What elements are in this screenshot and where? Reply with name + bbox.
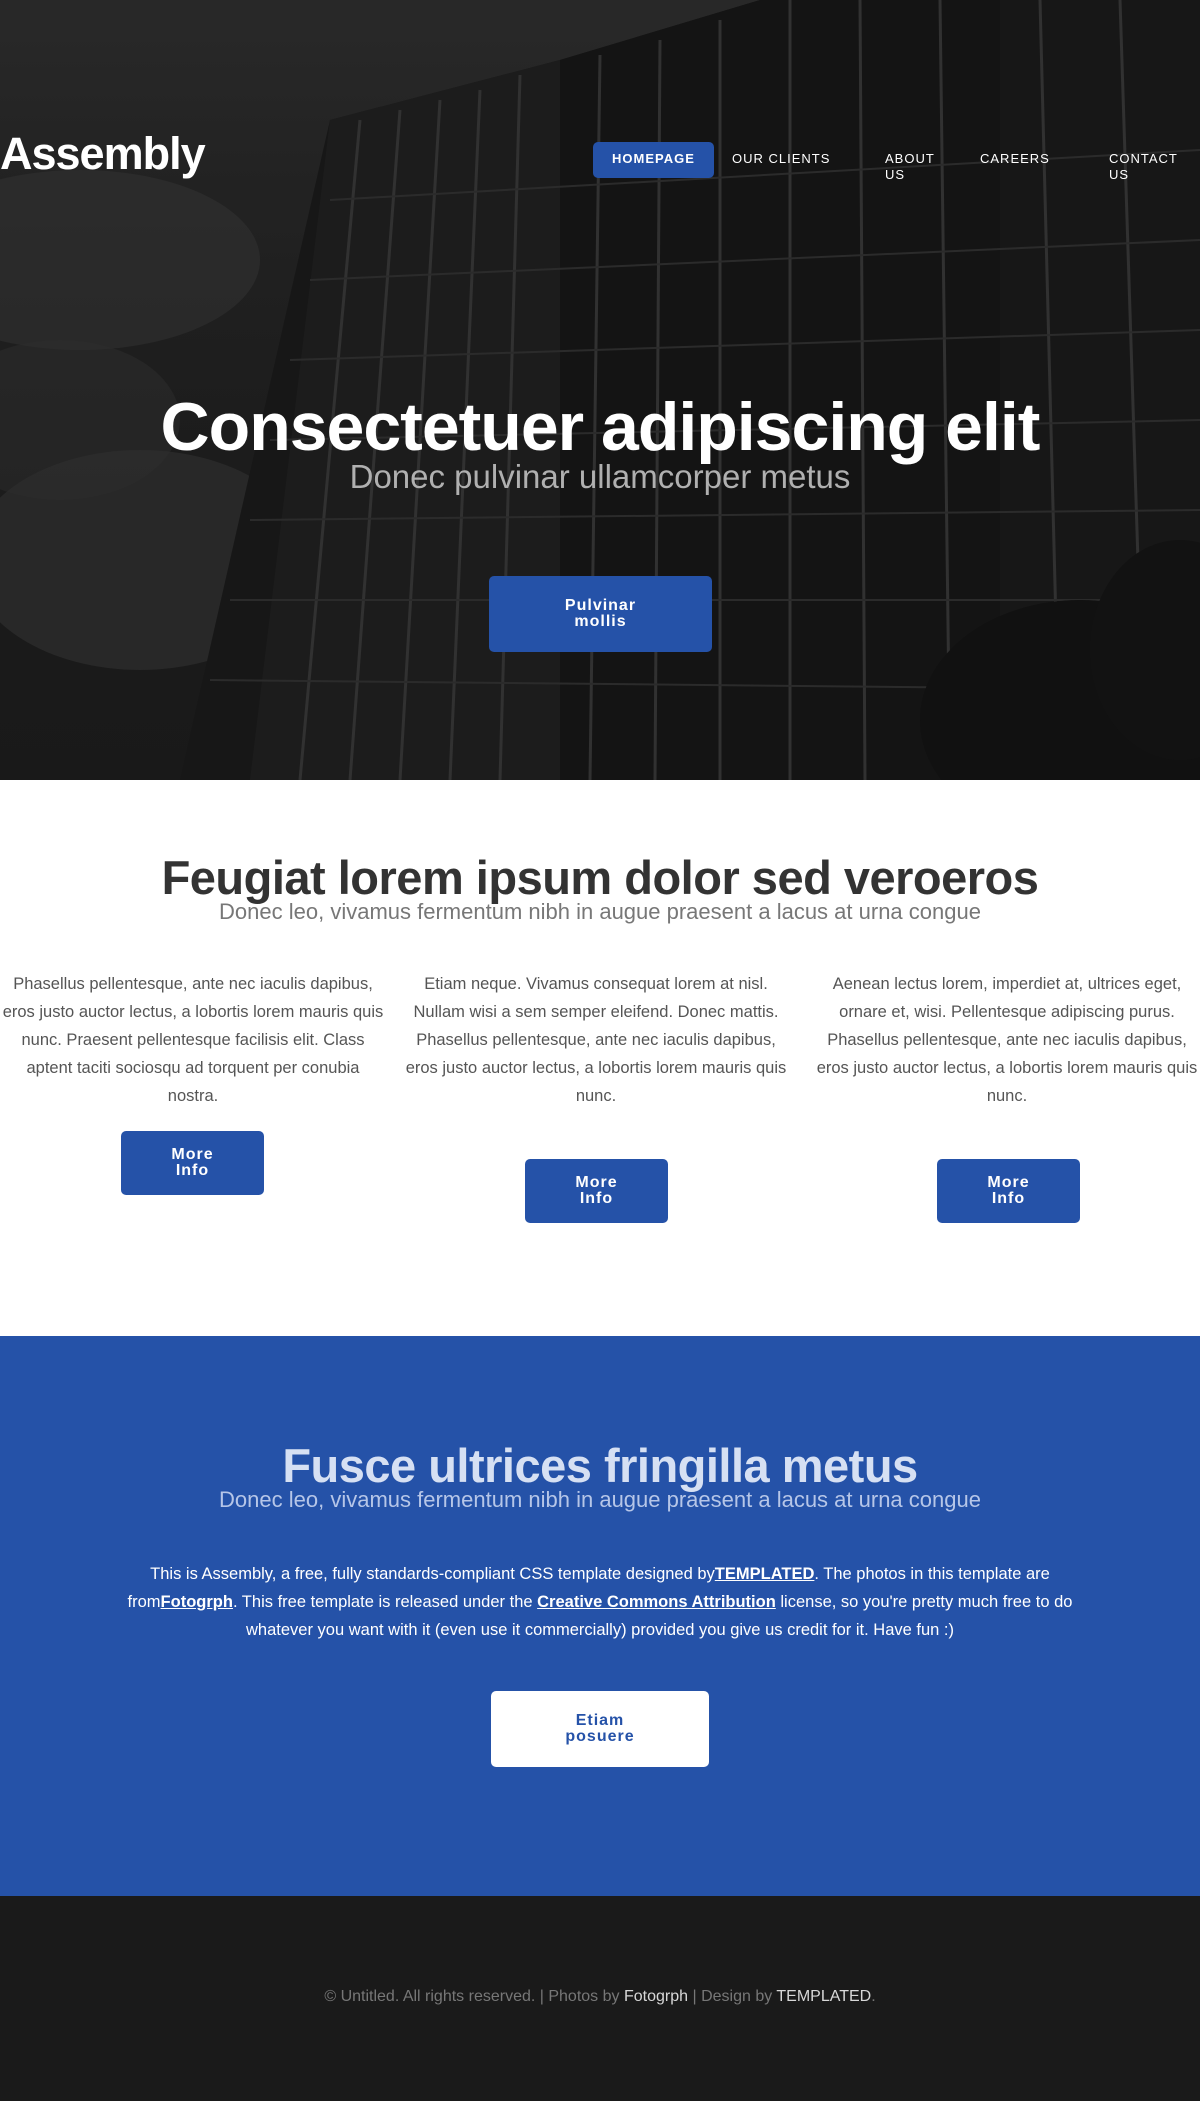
more-info-label: More Info [575,1174,618,1207]
nav-homepage[interactable]: HOMEPAGE [593,142,714,178]
more-info-button-1[interactable]: More Info [121,1131,264,1195]
promo-text-part: This is Assembly, a free, fully standard… [150,1565,715,1583]
site-footer: © Untitled. All rights reserved. | Photo… [0,1896,1200,2101]
feature-column-3-text: Aenean lectus lorem, imperdiet at, ultri… [816,975,1198,1105]
nav-careers[interactable]: CAREERS [980,151,1050,187]
features-title: Feugiat lorem ipsum dolor sed veroeros [161,851,1039,904]
design-by-text: | Design by [688,1988,777,2005]
nav-about-us[interactable]: ABOUT US [885,151,945,187]
creative-commons-link[interactable]: Creative Commons Attribution [537,1593,776,1611]
templated-link[interactable]: TEMPLATED [715,1565,815,1583]
footer-copyright: © Untitled. All rights reserved. | Photo… [0,1988,1200,2006]
more-info-button-3[interactable]: More Info [937,1159,1080,1223]
promo-description: This is Assembly, a free, fully standard… [100,1560,1100,1644]
more-info-label: More Info [171,1146,214,1179]
promo-subtitle: Donec leo, vivamus fermentum nibh in aug… [219,1487,981,1512]
hero-banner: Assembly HOMEPAGE OUR CLIENTS ABOUT US C… [0,0,1200,780]
fotogrph-link[interactable]: Fotogrph [161,1593,233,1611]
hero-subtitle: Donec pulvinar ullamcorper metus [349,458,851,495]
nav-our-clients[interactable]: OUR CLIENTS [732,151,830,187]
feature-column-1-text: Phasellus pellentesque, ante nec iaculis… [2,975,384,1105]
more-info-label: More Info [987,1174,1030,1207]
etiam-posuere-button[interactable]: Etiam posuere [491,1691,709,1767]
site-logo[interactable]: Assembly [0,128,206,180]
etiam-posuere-label: Etiam posuere [565,1712,635,1745]
features-subtitle: Donec leo, vivamus fermentum nibh in aug… [219,899,981,924]
promo-text-part: . This free template is released under t… [232,1593,538,1611]
more-info-button-2[interactable]: More Info [525,1159,668,1223]
footer-period: . [871,1988,876,2005]
pulvinar-mollis-button[interactable]: Pulvinar mollis [489,576,712,652]
hero-title: Consectetuer adipiscing elit [160,389,1041,465]
promo-section: Fusce ultrices fringilla metus Donec leo… [0,1336,1200,1896]
feature-column-2-text: Etiam neque. Vivamus consequat lorem at … [405,975,787,1105]
footer-fotogrph-link[interactable]: Fotogrph [624,1988,688,2005]
features-section: Feugiat lorem ipsum dolor sed veroeros D… [0,780,1200,1336]
nav-contact-us[interactable]: CONTACT US [1109,151,1189,187]
copyright-text: © Untitled. All rights reserved. | Photo… [324,1988,624,2005]
hero-button-label: Pulvinar mollis [564,597,637,630]
footer-templated-link[interactable]: TEMPLATED [776,1988,871,2005]
promo-title: Fusce ultrices fringilla metus [282,1439,918,1492]
